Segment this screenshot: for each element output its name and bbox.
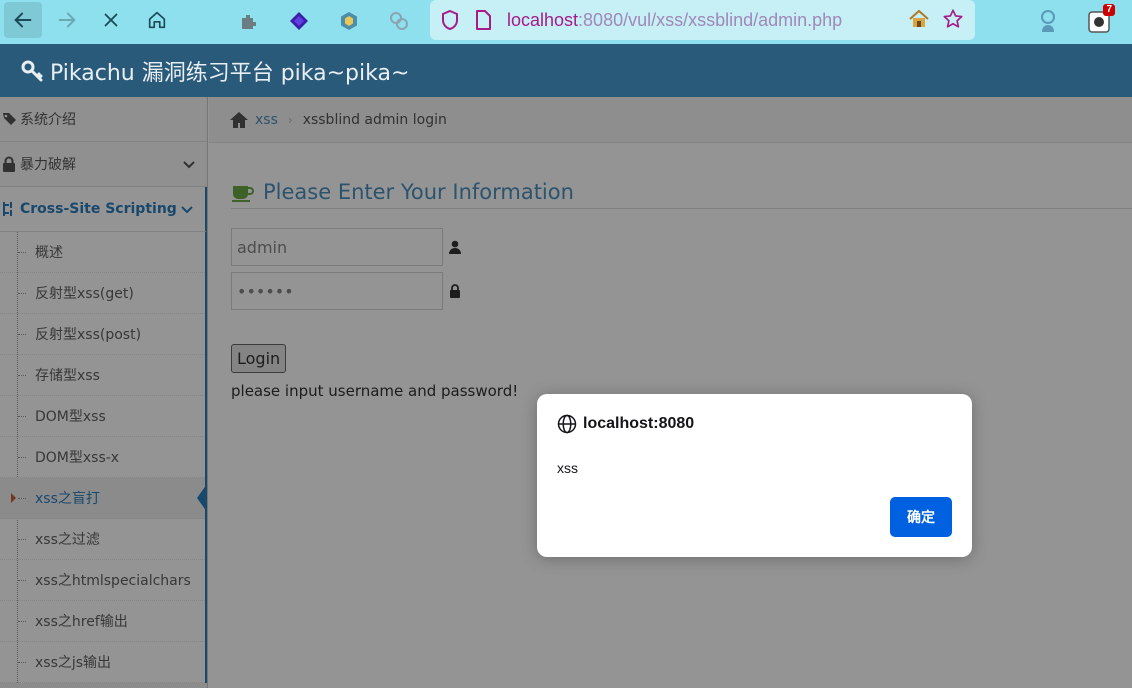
close-icon — [104, 13, 118, 27]
extension-puzzle-icon[interactable] — [236, 8, 262, 34]
home-button[interactable] — [138, 2, 176, 38]
arrow-right-icon — [58, 12, 76, 28]
account-icon[interactable] — [1037, 8, 1059, 38]
dialog-message: xss — [557, 460, 578, 476]
modal-overlay — [0, 97, 1132, 688]
extension-circles-icon[interactable] — [386, 8, 412, 34]
home-icon — [148, 11, 166, 29]
site-header: Pikachu 漏洞练习平台 pika~pika~ — [0, 44, 1132, 97]
url-bar[interactable]: localhost:8080/vul/xss/xssblind/admin.ph… — [430, 0, 975, 40]
extension-badge: 7 — [1103, 4, 1115, 16]
browser-toolbar: localhost:8080/vul/xss/xssblind/admin.ph… — [0, 0, 1132, 44]
page-info-icon[interactable] — [474, 9, 492, 35]
extension-cube-icon[interactable] — [336, 8, 362, 34]
site-title[interactable]: Pikachu 漏洞练习平台 pika~pika~ — [50, 55, 409, 87]
globe-icon — [557, 414, 577, 434]
house-extension-icon[interactable] — [908, 9, 930, 33]
key-icon — [21, 60, 43, 81]
back-button[interactable] — [4, 2, 42, 38]
dialog-origin: localhost:8080 — [557, 414, 694, 434]
alert-dialog: localhost:8080 xss 确定 — [537, 394, 972, 557]
stop-button[interactable] — [92, 2, 130, 38]
dialog-origin-text: localhost:8080 — [583, 415, 695, 432]
extension-diamond-icon[interactable] — [286, 8, 312, 34]
dialog-ok-button[interactable]: 确定 — [890, 497, 952, 537]
url-text[interactable]: localhost:8080/vul/xss/xssblind/admin.ph… — [507, 10, 842, 31]
forward-button[interactable] — [48, 2, 86, 38]
notification-extension-icon[interactable]: 7 — [1087, 4, 1115, 34]
bookmark-star-icon[interactable] — [942, 8, 964, 34]
arrow-left-icon — [14, 12, 32, 28]
shield-icon[interactable] — [440, 9, 460, 35]
